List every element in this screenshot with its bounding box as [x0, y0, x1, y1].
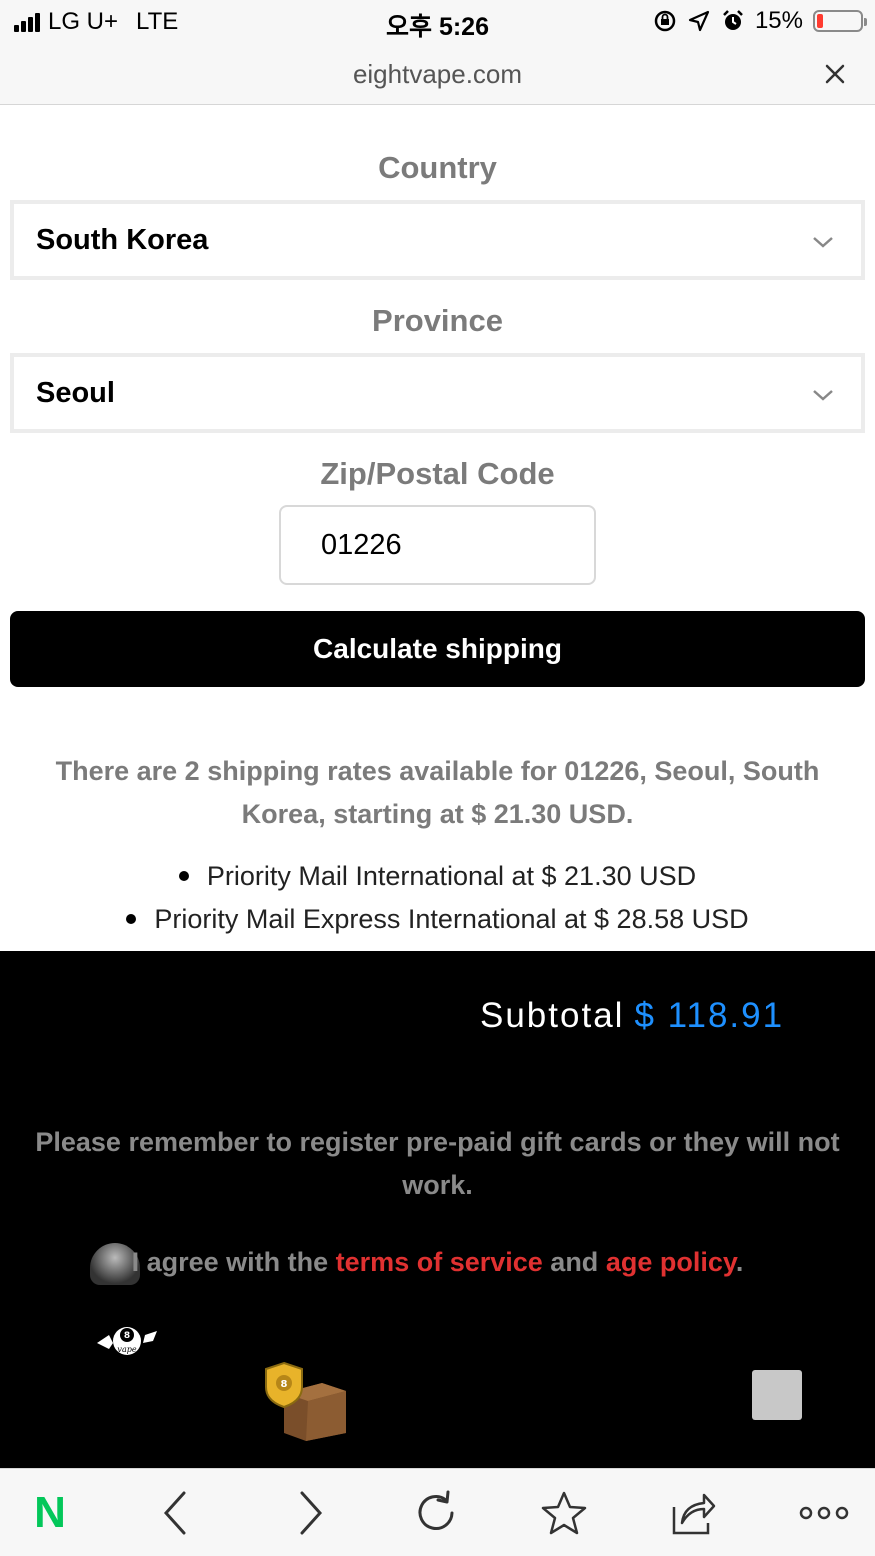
reload-icon[interactable]: [412, 1489, 460, 1537]
zip-label: Zip/Postal Code: [320, 456, 555, 491]
rate-text: Priority Mail Express International at $…: [154, 904, 749, 934]
terms-link[interactable]: terms of service: [336, 1247, 543, 1277]
shipping-rates-list: Priority Mail International at $ 21.30 U…: [0, 855, 875, 941]
secure-shipping-badge-icon: 8: [262, 1361, 348, 1441]
agree-prefix: I agree with the: [131, 1247, 336, 1277]
close-icon[interactable]: [821, 60, 849, 88]
province-value: Seoul: [36, 377, 115, 409]
battery-cap: [864, 18, 867, 26]
zip-input[interactable]: [279, 505, 596, 585]
country-label: Country: [378, 150, 497, 185]
country-select[interactable]: South Korea: [10, 200, 865, 280]
chevron-down-icon: [811, 383, 835, 407]
province-label: Province: [372, 303, 503, 338]
alarm-icon: [721, 9, 745, 33]
battery-icon: [813, 10, 867, 32]
battery-percent: 15%: [754, 7, 803, 34]
chevron-down-icon: [811, 230, 835, 254]
more-icon[interactable]: [798, 1489, 850, 1537]
bullet-icon: [126, 913, 137, 924]
bullet-icon: [178, 870, 189, 881]
svg-text:8: 8: [281, 1379, 288, 1390]
age-policy-link[interactable]: age policy: [606, 1247, 736, 1277]
subtotal: Subtotal $ 118.91: [480, 996, 784, 1036]
subtotal-amount: $ 118.91: [634, 996, 785, 1035]
subtotal-label: Subtotal: [480, 996, 625, 1035]
rotation-lock-icon: [653, 9, 677, 33]
shipping-summary: There are 2 shipping rates available for…: [55, 756, 820, 829]
naver-home-icon[interactable]: N: [26, 1488, 74, 1537]
browser-toolbar: N: [0, 1468, 875, 1556]
address-bar[interactable]: eightvape.com: [0, 44, 875, 105]
gift-card-note: Please remember to register pre-paid gif…: [35, 1127, 840, 1200]
agree-middle: and: [542, 1247, 606, 1277]
province-select[interactable]: Seoul: [10, 353, 865, 433]
forward-icon[interactable]: [286, 1489, 334, 1537]
share-icon[interactable]: [668, 1489, 716, 1537]
agree-text: I agree with the terms of service and ag…: [0, 1247, 875, 1278]
url-text[interactable]: eightvape.com: [0, 59, 875, 90]
svg-text:vape: vape: [117, 1345, 136, 1354]
grey-square-button[interactable]: [752, 1370, 802, 1420]
status-bar: LG U+ LTE 오후 5:26 15%: [0, 0, 875, 44]
list-item: Priority Mail International at $ 21.30 U…: [0, 855, 875, 898]
country-value: South Korea: [36, 224, 209, 256]
eightvape-logo: 8 vape: [95, 1321, 159, 1361]
status-right: 15%: [653, 7, 867, 35]
agree-suffix: .: [735, 1247, 744, 1277]
bookmark-star-icon[interactable]: [540, 1489, 588, 1537]
location-arrow-icon: [687, 9, 711, 33]
list-item: Priority Mail Express International at $…: [0, 898, 875, 941]
back-icon[interactable]: [152, 1489, 200, 1537]
rate-text: Priority Mail International at $ 21.30 U…: [206, 861, 697, 891]
calculate-shipping-button[interactable]: Calculate shipping: [10, 611, 865, 687]
battery-fill: [817, 14, 824, 28]
cart-footer: Subtotal $ 118.91 Please remember to regi…: [0, 951, 875, 1468]
svg-text:8: 8: [124, 1331, 130, 1341]
